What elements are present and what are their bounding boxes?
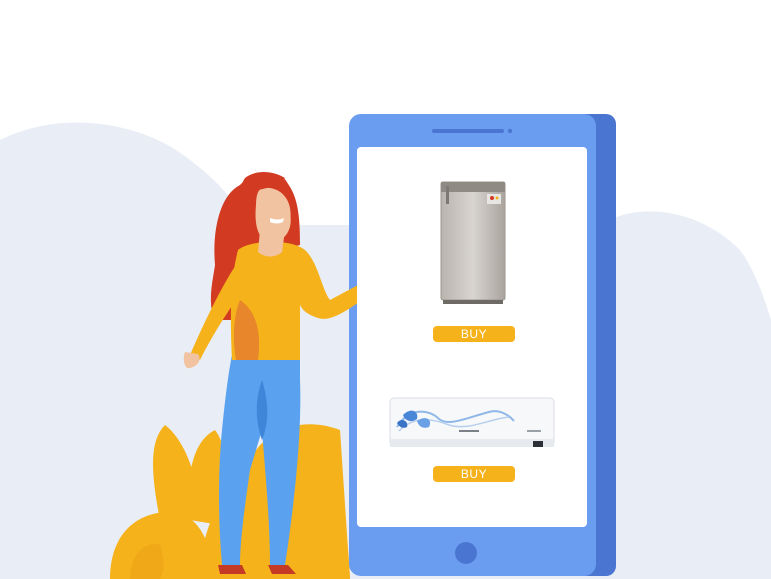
product-card-refrigerator: BUY — [357, 167, 587, 342]
phone-home-button — [455, 542, 477, 564]
air-conditioner-icon — [389, 397, 555, 447]
phone-screen: BUY BUY — [357, 147, 587, 527]
phone-camera — [507, 128, 513, 134]
buy-button-air-conditioner[interactable]: BUY — [433, 466, 515, 482]
illustration-scene: BUY BUY — [0, 0, 771, 579]
phone-speaker — [432, 129, 504, 133]
product-card-air-conditioner: BUY — [357, 387, 587, 487]
buy-button-refrigerator[interactable]: BUY — [433, 326, 515, 342]
refrigerator-icon — [440, 181, 506, 304]
